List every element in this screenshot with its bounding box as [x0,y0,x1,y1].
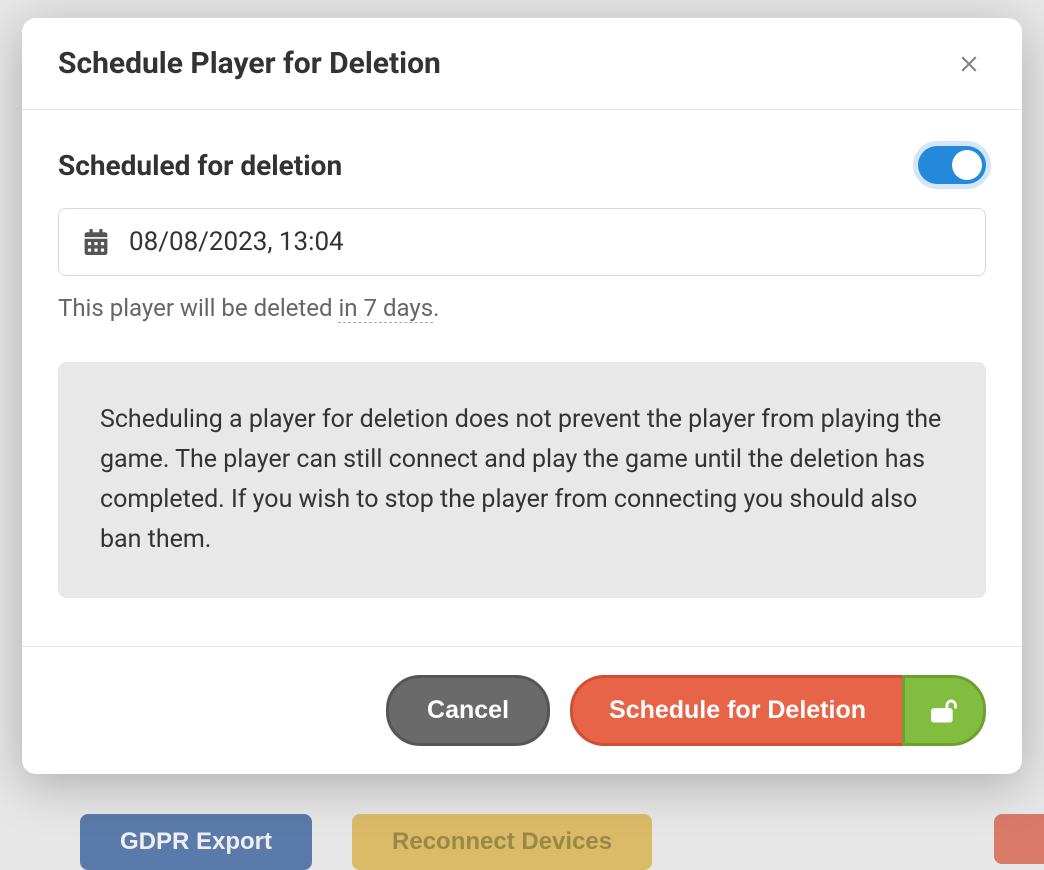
deletion-helper-text: This player will be deleted in 7 days. [58,294,986,322]
close-icon [956,51,982,77]
schedule-toggle-row: Scheduled for deletion [58,146,986,184]
unlock-icon [931,698,957,724]
deletion-date-value: 08/08/2023, 13:04 [129,227,344,257]
schedule-toggle-label: Scheduled for deletion [58,149,342,182]
modal-body: Scheduled for deletion 08/08/2023, 13:04… [22,110,1022,646]
modal-overlay: Schedule Player for Deletion Scheduled f… [0,0,1044,870]
modal-title: Schedule Player for Deletion [58,46,441,81]
cancel-button[interactable]: Cancel [386,675,550,746]
unlock-button[interactable] [902,675,986,746]
schedule-deletion-modal: Schedule Player for Deletion Scheduled f… [22,18,1022,774]
modal-footer: Cancel Schedule for Deletion [22,646,1022,774]
schedule-toggle[interactable] [918,146,986,184]
deletion-days-count: in 7 days [338,294,433,323]
deletion-info-box: Scheduling a player for deletion does no… [58,362,986,598]
calendar-icon [83,229,109,255]
deletion-date-input[interactable]: 08/08/2023, 13:04 [58,208,986,276]
close-button[interactable] [952,47,986,81]
submit-button-group: Schedule for Deletion [570,675,986,746]
modal-header: Schedule Player for Deletion [22,18,1022,110]
schedule-deletion-button[interactable]: Schedule for Deletion [570,675,902,746]
toggle-knob [952,150,982,180]
